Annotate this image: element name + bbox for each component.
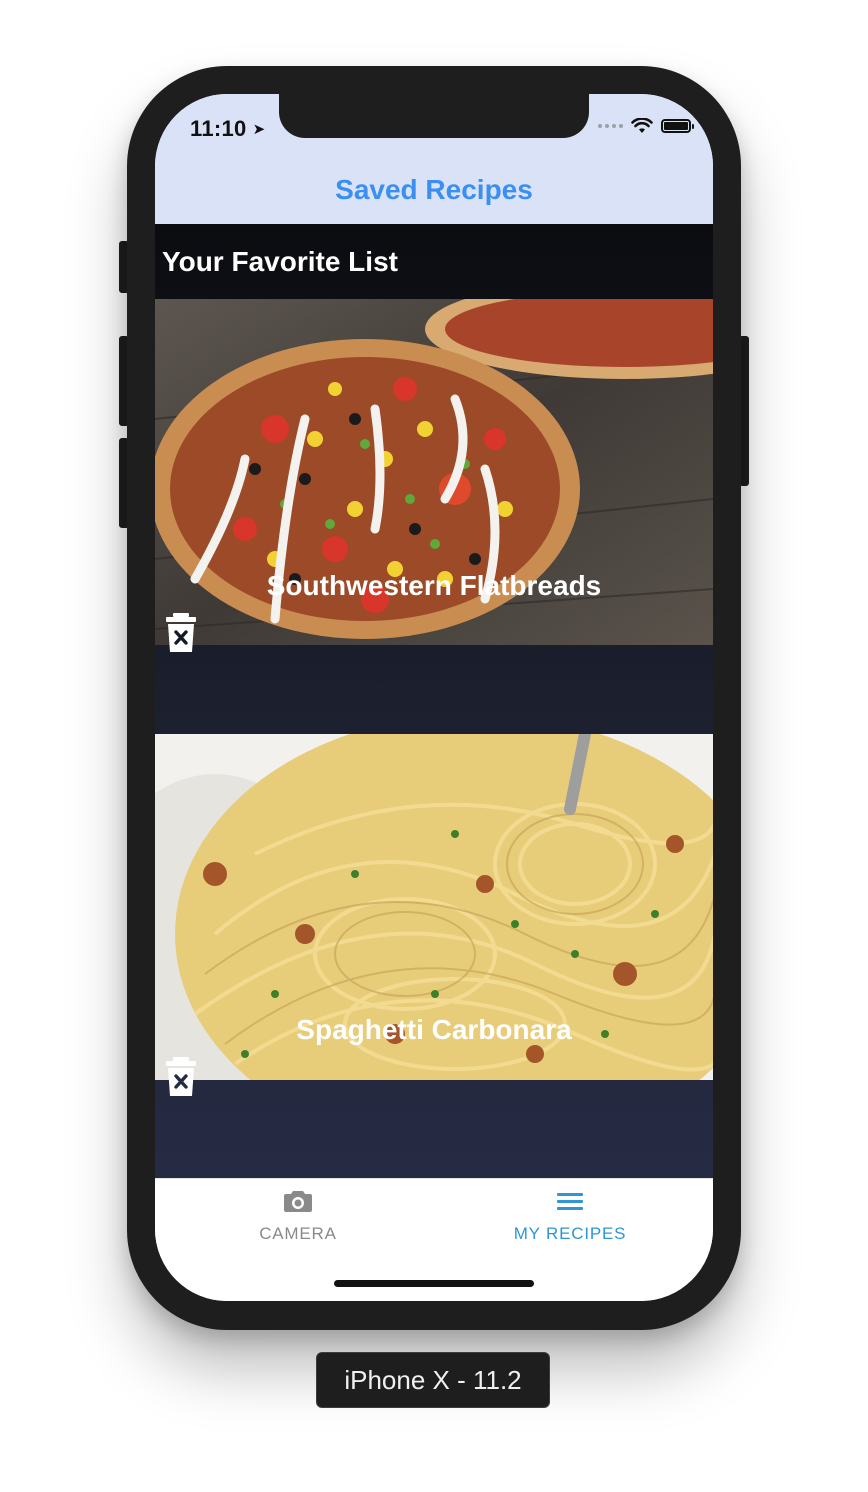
page-title: Saved Recipes [335, 174, 533, 205]
location-arrow-icon: ➤ [252, 121, 266, 138]
tab-camera-label: CAMERA [259, 1224, 337, 1243]
device-notch [279, 94, 589, 138]
wifi-icon [631, 118, 653, 133]
delete-recipe-button[interactable] [165, 613, 197, 653]
simulator-device-label: iPhone X - 11.2 [316, 1352, 550, 1408]
phone-screen: 11:10➤ Saved Recipes Your Favorite List [155, 94, 713, 1301]
delete-recipe-button[interactable] [165, 1057, 197, 1097]
tab-my-recipes[interactable]: MY RECIPES [470, 1189, 670, 1244]
battery-icon [661, 119, 694, 133]
home-indicator[interactable] [334, 1280, 534, 1287]
tab-camera[interactable]: CAMERA [198, 1189, 398, 1244]
favorites-list[interactable]: Your Favorite List Southwestern Flatbrea… [155, 224, 713, 1178]
simulator-stage: 11:10➤ Saved Recipes Your Favorite List [0, 0, 868, 1492]
status-bar-time: 11:10 ➤ [190, 116, 266, 141]
tab-my-recipes-label: MY RECIPES [513, 1224, 627, 1243]
list-heading: Your Favorite List [162, 246, 398, 277]
menu-icon [557, 1193, 583, 1210]
camera-icon [284, 1191, 312, 1212]
trash-x-icon [166, 1057, 196, 1096]
recipe-title[interactable]: Southwestern Flatbreads [155, 570, 713, 602]
status-bar-indicators [598, 118, 694, 134]
recipe-title[interactable]: Spaghetti Carbonara [155, 1014, 713, 1046]
trash-x-icon [166, 613, 196, 652]
signal-icon [598, 124, 623, 128]
